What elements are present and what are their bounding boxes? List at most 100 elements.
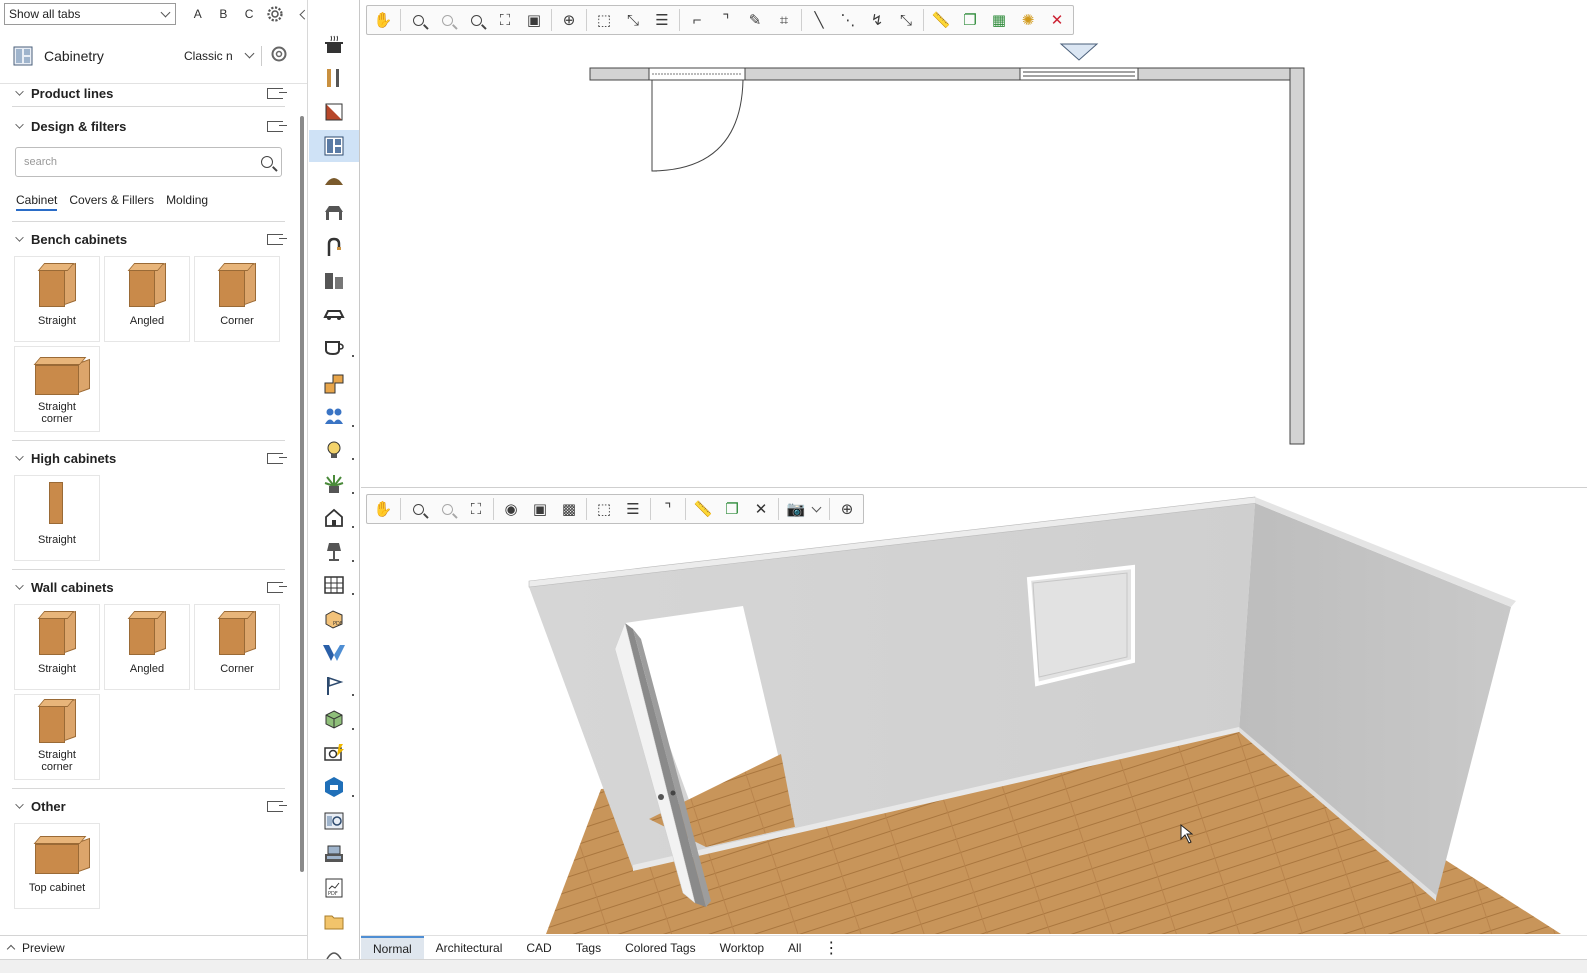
product-lines-header[interactable]: Product lines <box>12 80 287 106</box>
tab-worktop[interactable]: Worktop <box>708 936 776 960</box>
floorplan-drawing[interactable] <box>361 0 1587 488</box>
delete-icon[interactable]: ✕ <box>749 497 773 521</box>
faucet-icon[interactable] <box>322 235 346 259</box>
cup-icon[interactable] <box>322 335 354 359</box>
tabs-filter-select[interactable]: Show all tabs <box>4 3 176 25</box>
collapse-panel-icon[interactable] <box>298 9 309 19</box>
flag-icon[interactable] <box>322 674 354 698</box>
tab-colored-tags[interactable]: Colored Tags <box>613 936 708 960</box>
people-icon[interactable] <box>322 405 354 429</box>
floorplan-icon[interactable] <box>322 372 346 396</box>
wall-cabinets-header[interactable]: Wall cabinets <box>12 574 287 600</box>
zoom-out-icon[interactable] <box>435 497 459 521</box>
search-input[interactable]: search <box>15 147 282 177</box>
detach-icon[interactable] <box>267 87 287 99</box>
gear-icon[interactable] <box>262 5 288 23</box>
pan-hand-icon[interactable]: ✋ <box>371 497 395 521</box>
ruler-icon[interactable]: 📏 <box>691 497 715 521</box>
door-leaf[interactable] <box>651 80 657 172</box>
cubes-icon[interactable] <box>322 708 354 732</box>
window[interactable] <box>1019 67 1139 81</box>
tools-icon[interactable] <box>322 66 346 90</box>
view-box-icon[interactable]: ▣ <box>528 497 552 521</box>
preview-toggle[interactable]: Preview <box>0 935 307 959</box>
more-options-icon[interactable]: ⋮ <box>813 938 849 958</box>
folder-icon[interactable] <box>322 910 346 934</box>
printer-icon[interactable] <box>322 843 346 867</box>
house-icon[interactable] <box>322 506 354 530</box>
camera-marker[interactable] <box>1059 43 1099 61</box>
arch-icon[interactable] <box>322 168 346 192</box>
zoom-in-icon[interactable] <box>406 497 430 521</box>
tab-molding[interactable]: Molding <box>166 193 208 211</box>
snap-edge-icon[interactable]: ⌝ <box>656 497 680 521</box>
window-3d[interactable] <box>1026 564 1135 687</box>
tab-tags[interactable]: Tags <box>564 936 613 960</box>
detach-icon[interactable] <box>267 581 287 593</box>
select-region-icon[interactable]: ⬚ <box>592 497 616 521</box>
catalog-style-select[interactable]: Classic n <box>184 49 246 63</box>
lamp-icon[interactable] <box>322 540 354 564</box>
cabinet-thumbnail <box>217 262 257 309</box>
orbit-icon[interactable]: ◉ <box>499 497 523 521</box>
wall-right[interactable] <box>1289 67 1305 445</box>
detach-icon[interactable] <box>267 800 287 812</box>
tab-normal[interactable]: Normal <box>361 935 424 960</box>
bathroom-icon[interactable] <box>322 268 346 292</box>
bulb-icon[interactable] <box>322 438 354 462</box>
catalog-item[interactable]: Corner <box>194 604 280 690</box>
pdf-chart-icon[interactable]: PDF <box>322 876 346 900</box>
tab-letter-a[interactable]: A <box>185 7 211 21</box>
tab-all[interactable]: All <box>776 936 813 960</box>
tab-covers-fillers[interactable]: Covers & Fillers <box>69 193 154 211</box>
3d-scene[interactable] <box>361 489 1587 935</box>
zoom-fit-icon[interactable]: ⛶ <box>464 497 488 521</box>
pot-icon[interactable] <box>322 33 346 57</box>
tab-letter-b[interactable]: B <box>211 7 237 21</box>
design-filters-header[interactable]: Design & filters <box>12 113 287 139</box>
view-cube-icon[interactable]: ▩ <box>557 497 581 521</box>
select-list-icon[interactable]: ☰ <box>621 497 645 521</box>
catalog-icon[interactable] <box>322 809 346 833</box>
settings-ring-icon[interactable] <box>270 45 288 66</box>
tab-cabinet[interactable]: Cabinet <box>16 193 58 211</box>
tab-architectural[interactable]: Architectural <box>424 936 515 960</box>
camera-icon[interactable] <box>322 741 346 765</box>
tab-cad[interactable]: CAD <box>514 936 563 960</box>
bench-cabinets-header[interactable]: Bench cabinets <box>12 226 287 252</box>
bench-icon[interactable] <box>322 201 346 225</box>
sketchup-icon[interactable] <box>322 775 354 799</box>
high-cabinets-header[interactable]: High cabinets <box>12 445 287 471</box>
catalog-item[interactable]: Straight corner <box>14 346 100 432</box>
camera-settings-icon[interactable]: 📷 <box>784 497 808 521</box>
chevron-down-icon[interactable] <box>244 48 255 59</box>
tab-letter-c[interactable]: C <box>236 7 262 21</box>
catalog-item[interactable]: Straight <box>14 256 100 342</box>
detach-icon[interactable] <box>267 452 287 464</box>
cabinet-layout-icon[interactable] <box>309 130 359 162</box>
catalog-scrollbar[interactable] <box>300 116 304 872</box>
catalog-item[interactable]: Straight <box>14 604 100 690</box>
catalog-item[interactable]: Angled <box>104 604 190 690</box>
building-icon[interactable] <box>322 573 354 597</box>
copy-object-icon[interactable]: ❐ <box>720 497 744 521</box>
car-icon[interactable] <box>322 302 346 326</box>
search-icon[interactable] <box>261 156 273 168</box>
other-header[interactable]: Other <box>12 793 287 819</box>
catalog-item[interactable]: Straight <box>14 475 100 561</box>
chevron-down-icon[interactable] <box>811 502 822 512</box>
catalog-item[interactable]: Angled <box>104 256 190 342</box>
catalog-scroll-area[interactable]: Product lines Design & filters search Ca… <box>0 80 297 935</box>
catalog-item[interactable]: Top cabinet <box>14 823 100 909</box>
pdf-box-icon[interactable]: PDF <box>322 607 346 631</box>
catalog-item[interactable]: Corner <box>194 256 280 342</box>
plant-icon[interactable] <box>322 472 354 496</box>
v-logo-icon[interactable] <box>322 641 346 665</box>
plan-view[interactable]: ✋ ⛶ ▣ ⊕ ⬚ ⤡ ☰ ⌐ ⌝ ✎ ⌗ ╲ ⋱ ↯ ⤡ 📏 ❐ ▦ ✺ ✕ <box>361 0 1587 488</box>
catalog-item[interactable]: Straight corner <box>14 694 100 780</box>
detach-icon[interactable] <box>267 120 287 132</box>
wall-brick-icon[interactable] <box>322 100 346 124</box>
3d-view[interactable]: ✋ ⛶ ◉ ▣ ▩ ⬚ ☰ ⌝ 📏 ❐ ✕ 📷 ⊕ <box>361 489 1587 935</box>
detach-icon[interactable] <box>267 233 287 245</box>
center-view-icon[interactable]: ⊕ <box>835 497 859 521</box>
